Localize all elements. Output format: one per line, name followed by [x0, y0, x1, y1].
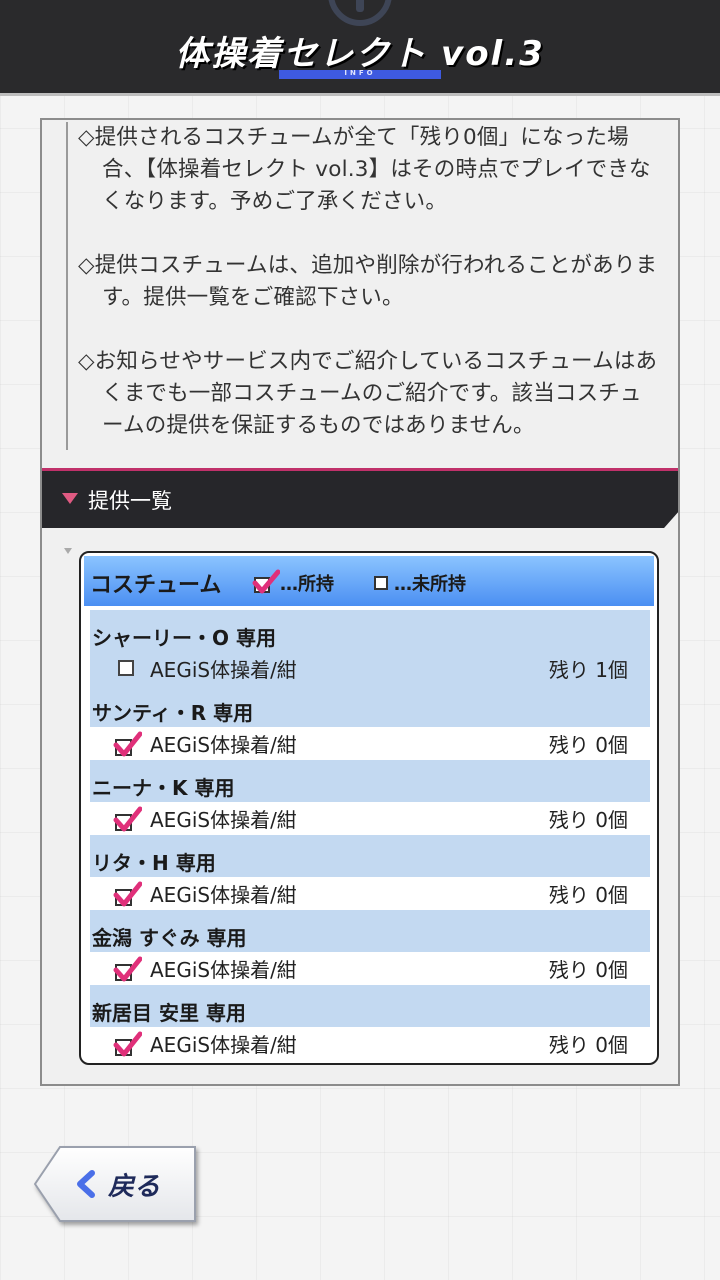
remaining-count: 残り 0個 — [548, 1033, 628, 1057]
unowned-box-icon — [118, 660, 134, 676]
list-header-title: コスチューム — [90, 573, 222, 598]
character-name: シャーリー・O 専用 — [90, 610, 650, 652]
character-name: 金潟 すぐみ 専用 — [90, 910, 650, 952]
legend-unowned-label: …未所持 — [394, 574, 466, 595]
remaining-count: 残り 0個 — [548, 883, 628, 907]
note-text: ◇提供コスチュームは、追加や削除が行われることがあります。提供一覧をご確認下さい… — [78, 253, 658, 310]
note-text: ◇お知らせやサービス内でご紹介しているコスチュームはあくまでも一部コスチュームの… — [78, 349, 658, 438]
section-title: 提供一覧 — [88, 489, 172, 513]
list-item: サンティ・R 専用 AEGiS体操着/紺 残り 0個 — [90, 685, 650, 760]
costume-row: AEGiS体操着/紺 残り 1個 — [90, 652, 650, 685]
character-name: リタ・H 専用 — [90, 835, 650, 877]
costume-row: AEGiS体操着/紺 残り 0個 — [90, 727, 650, 760]
costume-row: AEGiS体操着/紺 残り 0個 — [90, 802, 650, 835]
info-emblem-icon — [328, 0, 392, 26]
owned-check-icon — [113, 881, 142, 907]
owned-check-icon — [113, 1031, 142, 1057]
section-header: 提供一覧 — [42, 468, 678, 528]
back-button[interactable]: 戻る — [34, 1146, 196, 1222]
list-item: シャーリー・O 専用 AEGiS体操着/紺 残り 1個 — [90, 610, 650, 685]
costume-name: AEGiS体操着/紺 — [150, 733, 297, 757]
remaining-count: 残り 1個 — [548, 658, 628, 682]
unowned-box-icon — [374, 576, 388, 590]
list-item: リタ・H 専用 AEGiS体操着/紺 残り 0個 — [90, 835, 650, 910]
costume-row: AEGiS体操着/紺 残り 0個 — [90, 877, 650, 910]
list-header: コスチューム …所持 …未所持 — [84, 556, 654, 606]
owned-check-icon — [113, 956, 142, 982]
list-item: 金潟 すぐみ 専用 AEGiS体操着/紺 残り 0個 — [90, 910, 650, 985]
owned-check-icon — [113, 731, 142, 757]
page-title: 体操着セレクト vol.3 — [175, 34, 545, 74]
character-name: サンティ・R 専用 — [90, 685, 650, 727]
costume-row: AEGiS体操着/紺 残り 0個 — [90, 1027, 650, 1060]
back-button-label: 戻る — [108, 1172, 161, 1202]
owned-check-icon — [252, 569, 280, 594]
list-item: 新居目 安里 専用 AEGiS体操着/紺 残り 0個 — [90, 985, 650, 1060]
info-panel[interactable]: ◇提供されるコスチュームが全て「残り0個」になった場合、【体操着セレクト vol… — [40, 118, 680, 1086]
triangle-down-icon — [62, 493, 78, 504]
costume-name: AEGiS体操着/紺 — [150, 883, 297, 907]
remaining-count: 残り 0個 — [548, 958, 628, 982]
costume-row: AEGiS体操着/紺 残り 0個 — [90, 952, 650, 985]
costume-list: コスチューム …所持 …未所持 シャーリー・O 専用 AEGiS体操着/紺 残り… — [79, 551, 659, 1065]
header-subtitle: INFO — [344, 69, 376, 77]
owned-check-icon — [113, 806, 142, 832]
header-bar: 体操着セレクト vol.3 INFO — [0, 0, 720, 96]
note-text: ◇提供されるコスチュームが全て「残り0個」になった場合、【体操着セレクト vol… — [78, 125, 651, 214]
list-item: ニーナ・K 専用 AEGiS体操着/紺 残り 0個 — [90, 760, 650, 835]
chevron-left-icon — [77, 1170, 95, 1198]
character-name: 新居目 安里 専用 — [90, 985, 650, 1027]
remaining-count: 残り 0個 — [548, 733, 628, 757]
costume-name: AEGiS体操着/紺 — [150, 808, 297, 832]
costume-name: AEGiS体操着/紺 — [150, 958, 297, 982]
remaining-count: 残り 0個 — [548, 808, 628, 832]
costume-name: AEGiS体操着/紺 — [150, 1033, 297, 1057]
character-name: ニーナ・K 専用 — [90, 760, 650, 802]
notes-section: ◇提供されるコスチュームが全て「残り0個」になった場合、【体操着セレクト vol… — [66, 122, 662, 450]
collapse-marker-icon — [64, 548, 72, 554]
costume-name: AEGiS体操着/紺 — [150, 658, 297, 682]
legend-owned-label: …所持 — [280, 574, 334, 595]
